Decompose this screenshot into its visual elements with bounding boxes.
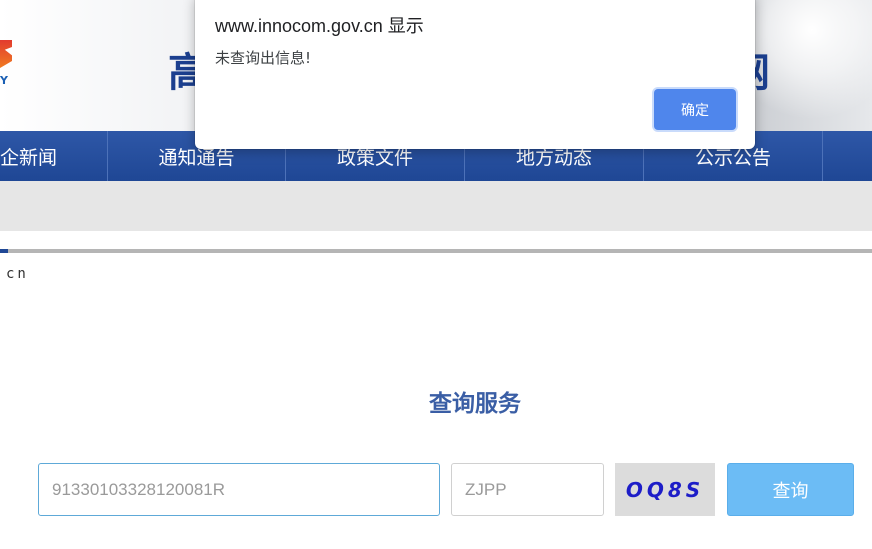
captcha-image[interactable]: OQ8S [615,463,715,516]
site-logo-icon [0,40,12,68]
subnav-band [0,181,872,231]
confirm-button[interactable]: 确定 [654,89,736,130]
nav-item-news[interactable]: 企新闻 [0,131,108,181]
content-divider [0,249,872,253]
alert-dialog: www.innocom.gov.cn 显示 未查询出信息! 确定 [195,0,755,149]
verification-code-input[interactable]: ZJPP [451,463,604,516]
dialog-message: 未查询出信息! [215,49,312,67]
query-section-title: 查询服务 [429,390,521,417]
dialog-title: www.innocom.gov.cn 显示 [215,16,424,36]
site-url-fragment: cn [6,266,29,282]
divider-accent [0,249,8,253]
nav-item-more[interactable] [823,131,872,181]
query-button[interactable]: 查询 [727,463,854,516]
site-logo-text: Y [0,74,8,87]
enterprise-id-input[interactable]: 91330103328120081R [38,463,440,516]
